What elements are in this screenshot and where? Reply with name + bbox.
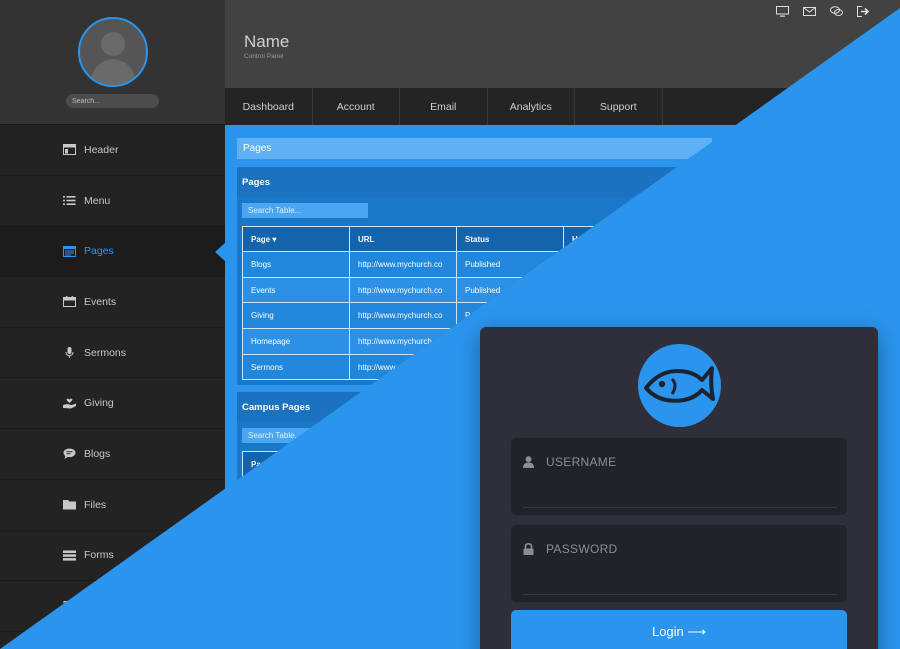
- cell-url: http://www.mychurch.co: [349, 328, 457, 355]
- sidebar-item-pages[interactable]: Pages: [0, 226, 225, 278]
- tab-email[interactable]: Email: [400, 88, 488, 125]
- monitor-icon[interactable]: [776, 6, 789, 17]
- page-subtitle: Control Panel: [244, 53, 284, 60]
- sidebar-item-label: Blogs: [84, 447, 111, 460]
- fish-icon: [644, 366, 715, 403]
- sidebar-item-forms[interactable]: Forms: [0, 531, 225, 582]
- panel-title: Pages: [237, 167, 712, 197]
- cell-url: http://www.mychurch.co: [349, 353, 457, 381]
- sidebar: Header Menu Pages Events: [0, 0, 225, 649]
- tab-account[interactable]: Account: [313, 88, 400, 125]
- cell-extra: [563, 276, 702, 304]
- profile-area: [0, 0, 225, 125]
- password-placeholder: PASSWORD: [546, 542, 618, 556]
- login-card: USERNAME PASSWORD Login ⟶: [480, 327, 878, 649]
- tab-support[interactable]: Support: [575, 88, 663, 125]
- microphone-icon: [65, 347, 74, 359]
- sidebar-item-events[interactable]: Events: [0, 277, 225, 328]
- cell-page: Giving: [242, 302, 350, 330]
- sidebar-item-more[interactable]: [0, 581, 225, 632]
- table-header-row: Page ▾ URL Status H: [242, 226, 702, 252]
- sidebar-item-menu[interactable]: Menu: [0, 176, 225, 227]
- sidebar-item-label: Forms: [84, 549, 114, 562]
- sidebar-item-label: Header: [84, 143, 119, 156]
- form-icon: [63, 550, 76, 561]
- sidebar-item-label: Giving: [84, 397, 114, 410]
- chat-icon[interactable]: [830, 6, 843, 17]
- list-icon: [63, 196, 76, 206]
- page-title: Name: [244, 32, 290, 51]
- mail-icon[interactable]: [803, 6, 816, 17]
- table-search-input[interactable]: [242, 203, 368, 218]
- sidebar-item-label: Files: [84, 498, 107, 511]
- document-icon: [63, 600, 75, 612]
- calendar-icon: [63, 296, 76, 308]
- password-field[interactable]: PASSWORD: [511, 525, 847, 602]
- user-silhouette-icon: [90, 32, 136, 85]
- hand-heart-icon: [63, 398, 76, 409]
- sidebar-item-giving[interactable]: Giving: [0, 378, 225, 430]
- username-field[interactable]: USERNAME: [511, 438, 847, 515]
- column-header-page[interactable]: Page ▾: [242, 226, 350, 252]
- layout-icon: [63, 144, 76, 156]
- tab-dashboard[interactable]: Dashboard: [225, 88, 313, 125]
- sidebar-item-label: Events: [84, 295, 117, 308]
- campus-table-search-input[interactable]: [242, 428, 368, 443]
- login-button[interactable]: Login ⟶: [511, 610, 847, 649]
- tab-analytics[interactable]: Analytics: [488, 88, 575, 125]
- browser-icon: [63, 245, 76, 257]
- cell-url: http://www.mychurch.co: [349, 302, 457, 330]
- user-icon: [523, 456, 534, 468]
- top-header: Name Control Panel: [225, 0, 900, 88]
- cell-status: Published: [456, 276, 564, 304]
- sidebar-item-sermons[interactable]: Sermons: [0, 328, 225, 379]
- sidebar-item-blogs[interactable]: Blogs: [0, 429, 225, 480]
- field-underline: [523, 594, 837, 595]
- main-tabs: Dashboard Account Email Analytics Suppor…: [225, 88, 900, 125]
- cell-extra: [563, 302, 702, 330]
- username-placeholder: USERNAME: [546, 455, 617, 469]
- avatar[interactable]: [78, 17, 148, 87]
- cell-page: Blogs: [242, 251, 350, 278]
- table-row[interactable]: Events http://www.mychurch.co Published: [242, 276, 702, 304]
- sidebar-item-files[interactable]: Files: [0, 480, 225, 531]
- column-header-extra[interactable]: H: [563, 226, 702, 252]
- cell-status: P: [456, 302, 564, 330]
- sidebar-item-header[interactable]: Header: [0, 125, 225, 176]
- folder-icon: [63, 500, 76, 510]
- logout-icon[interactable]: [857, 6, 870, 17]
- table-row[interactable]: Giving http://www.mychurch.co P: [242, 302, 702, 330]
- column-header-status[interactable]: Status: [456, 226, 564, 252]
- sidebar-item-label: Sermons: [84, 346, 127, 359]
- logo: [638, 344, 721, 427]
- cell-status: Published: [456, 251, 564, 278]
- cell-url: http://www.mychurch.co: [349, 276, 457, 304]
- column-header-url[interactable]: URL: [349, 226, 457, 252]
- lock-icon: [523, 543, 534, 555]
- chat-bubble-icon: [63, 448, 76, 460]
- breadcrumb: Pages: [237, 138, 712, 159]
- header-icon-group: [776, 6, 870, 17]
- column-header-page[interactable]: Page: [242, 451, 350, 477]
- cell-url: http://www.mychurch.co: [349, 251, 457, 278]
- cell-page: Events: [242, 276, 350, 304]
- sidebar-item-label: Menu: [84, 194, 111, 207]
- cell-page: Homepage: [242, 328, 350, 355]
- table-row[interactable]: Blogs http://www.mychurch.co Published: [242, 251, 702, 278]
- sidebar-search-input[interactable]: [66, 94, 159, 108]
- cell-page: Sermons: [242, 353, 350, 381]
- cell-extra: [563, 251, 702, 278]
- field-underline: [523, 507, 837, 508]
- sidebar-item-label: Pages: [84, 245, 114, 258]
